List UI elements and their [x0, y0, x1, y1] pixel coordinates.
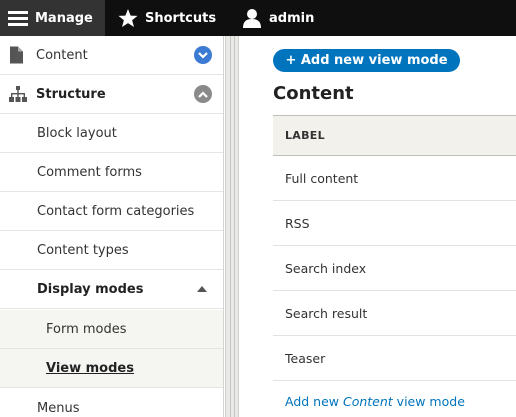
sidebar-resize-handle[interactable] — [225, 36, 239, 417]
sidebar-item-menus[interactable]: Menus — [0, 389, 223, 417]
add-view-mode-button[interactable]: + Add new view mode — [273, 49, 460, 72]
add-content-view-mode-link[interactable]: Add new Content view mode — [285, 394, 465, 409]
collapse-arrow-icon[interactable] — [197, 286, 207, 292]
sidebar-item-label: Display modes — [37, 281, 144, 297]
sidebar-item-label: Content types — [37, 242, 129, 258]
admin-toolbar: Manage Shortcuts admin — [0, 0, 516, 36]
sidebar-item-content-types[interactable]: Content types — [0, 231, 223, 270]
link-prefix: Add new — [285, 394, 343, 409]
sidebar-item-block-layout[interactable]: Block layout — [0, 114, 223, 153]
sidebar-item-label: Content — [36, 47, 88, 63]
table-row: Teaser — [273, 336, 516, 381]
sidebar-item-view-modes[interactable]: View modes — [0, 349, 223, 388]
admin-menu-sidebar: Content Structure Block layout Comment f… — [0, 36, 224, 417]
shortcuts-label: Shortcuts — [145, 10, 217, 26]
chevron-down-icon[interactable] — [194, 46, 212, 64]
view-modes-table: LABEL Full content RSS Search index Sear… — [273, 115, 516, 381]
link-suffix: view mode — [392, 394, 465, 409]
table-header-label: LABEL — [273, 115, 516, 156]
user-icon — [243, 9, 261, 28]
sidebar-item-form-modes[interactable]: Form modes — [0, 310, 223, 349]
sidebar-item-label: Block layout — [37, 125, 117, 141]
chevron-up-icon[interactable] — [194, 85, 212, 103]
link-entity: Content — [342, 394, 393, 409]
hamburger-icon — [8, 11, 28, 26]
sidebar-item-comment-forms[interactable]: Comment forms — [0, 153, 223, 192]
section-title: Content — [273, 83, 354, 104]
manage-tab[interactable]: Manage — [0, 0, 105, 36]
sidebar-item-label: Form modes — [46, 321, 127, 337]
sidebar-item-structure[interactable]: Structure — [0, 75, 223, 114]
manage-label: Manage — [35, 10, 93, 26]
sidebar-item-label: Menus — [37, 400, 80, 416]
table-row: RSS — [273, 201, 516, 246]
user-tab[interactable]: admin — [242, 0, 314, 36]
main-content: + Add new view mode Content LABEL Full c… — [240, 36, 516, 417]
file-icon — [10, 46, 23, 64]
sitemap-icon — [9, 86, 27, 102]
sidebar-item-label: Structure — [36, 86, 106, 102]
table-row: Full content — [273, 156, 516, 201]
star-icon — [118, 8, 138, 27]
sidebar-item-content[interactable]: Content — [0, 36, 223, 75]
shortcuts-tab[interactable]: Shortcuts — [118, 0, 216, 36]
sidebar-item-contact-form-categories[interactable]: Contact form categories — [0, 192, 223, 231]
table-row: Search index — [273, 246, 516, 291]
table-row: Search result — [273, 291, 516, 336]
sidebar-item-label: Comment forms — [37, 164, 142, 180]
user-label: admin — [269, 10, 315, 26]
sidebar-item-display-modes[interactable]: Display modes — [0, 270, 223, 309]
sidebar-item-label: View modes — [46, 360, 134, 376]
sidebar-item-label: Contact form categories — [37, 203, 195, 219]
